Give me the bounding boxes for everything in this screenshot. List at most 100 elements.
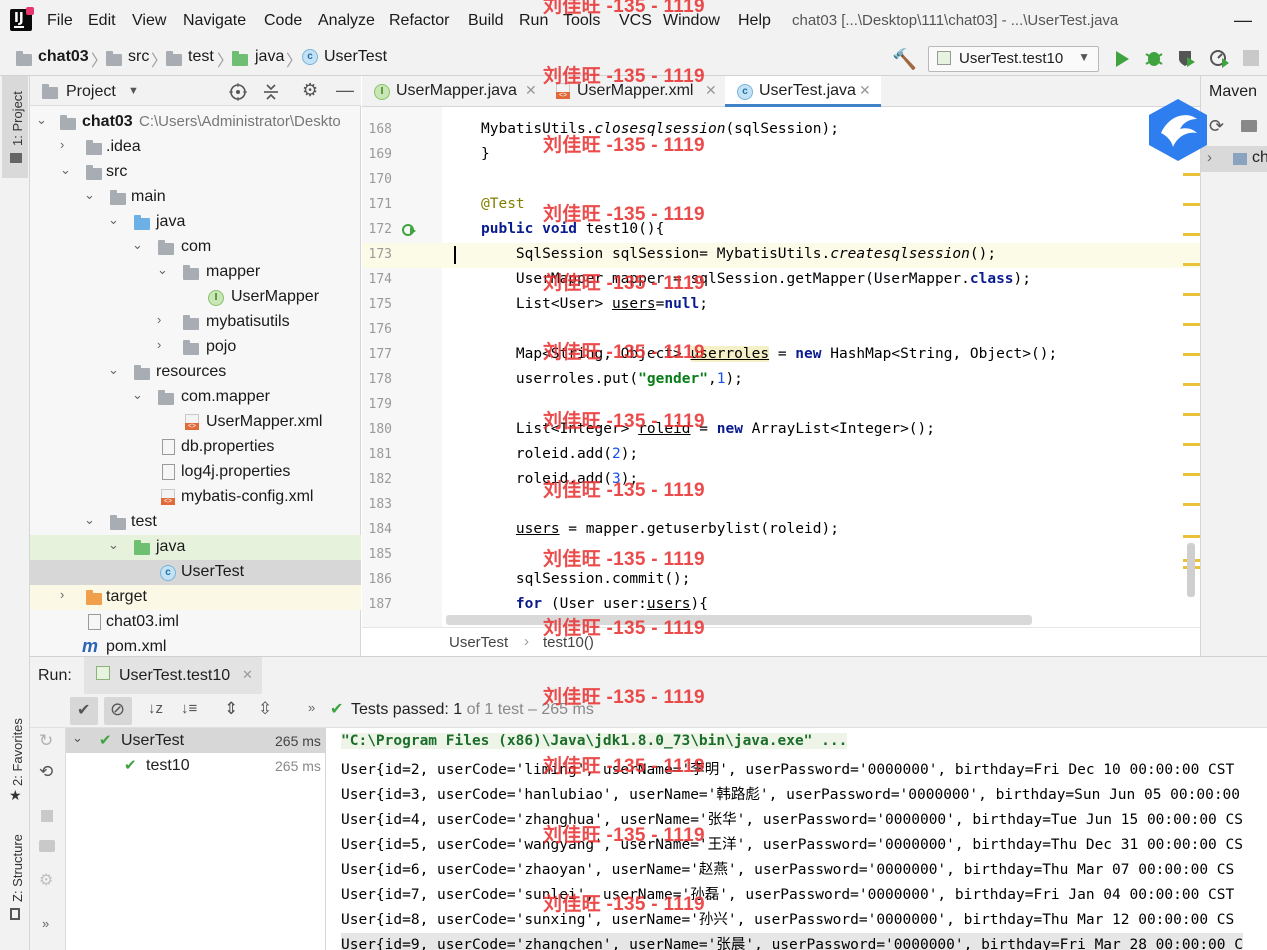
tree-item-usertest[interactable]: c UserTest bbox=[30, 560, 361, 585]
tree-item-main-java[interactable]: ⌄ java bbox=[30, 210, 361, 235]
error-stripe-marker[interactable] bbox=[1183, 413, 1200, 416]
editor-horizontal-scrollbar[interactable] bbox=[446, 615, 1032, 625]
close-icon[interactable]: ✕ bbox=[525, 82, 537, 99]
project-tool-tab[interactable]: 1: Project bbox=[10, 91, 25, 146]
maven-tree-item[interactable]: › ch bbox=[1201, 146, 1267, 172]
favorites-tool-tab[interactable]: 2: Favorites bbox=[10, 718, 25, 786]
stop-icon[interactable] bbox=[41, 810, 53, 822]
run-test-gutter-icon[interactable] bbox=[402, 223, 416, 237]
project-view-label[interactable]: Project bbox=[66, 83, 116, 101]
tree-item-src[interactable]: ⌄ src bbox=[30, 160, 361, 185]
chevron-down-icon[interactable]: ⌄ bbox=[36, 112, 47, 128]
locate-target-icon[interactable] bbox=[229, 83, 247, 101]
chevron-down-icon[interactable]: ⌄ bbox=[84, 512, 95, 528]
chevron-right-icon[interactable]: › bbox=[60, 137, 64, 152]
console-output[interactable]: "C:\Program Files (x86)\Java\jdk1.8.0_73… bbox=[326, 728, 1267, 950]
tree-item-db-properties[interactable]: db.properties bbox=[30, 435, 361, 460]
structure-tool-tab[interactable]: Z: Structure bbox=[10, 834, 25, 902]
tree-item-mybatisutils[interactable]: › mybatisutils bbox=[30, 310, 361, 335]
chevron-down-icon[interactable]: ⌄ bbox=[108, 537, 119, 553]
chevron-down-icon[interactable]: ⌄ bbox=[108, 362, 119, 378]
menu-refactor[interactable]: Refactor bbox=[389, 12, 449, 30]
tree-item-mybatis-config[interactable]: mybatis-config.xml bbox=[30, 485, 361, 510]
tree-item-com-mapper[interactable]: ⌄ com.mapper bbox=[30, 385, 361, 410]
expand-all-icon[interactable]: ⇕ bbox=[224, 699, 238, 719]
tree-item-test-java[interactable]: ⌄ java bbox=[30, 535, 361, 560]
profiler-icon[interactable] bbox=[1208, 48, 1230, 68]
tree-item-target[interactable]: › target bbox=[30, 585, 361, 610]
error-stripe-marker[interactable] bbox=[1183, 473, 1200, 476]
tree-item-pom-xml[interactable]: m pom.xml bbox=[30, 635, 361, 656]
tree-item-idea[interactable]: › .idea bbox=[30, 135, 361, 160]
chevron-down-icon[interactable]: ⌄ bbox=[157, 262, 168, 278]
camera-icon[interactable] bbox=[39, 840, 55, 852]
breadcrumb-test[interactable]: test bbox=[188, 48, 214, 66]
error-stripe-marker[interactable] bbox=[1183, 383, 1200, 386]
breadcrumb-java[interactable]: java bbox=[255, 48, 284, 66]
chevron-right-icon[interactable]: › bbox=[157, 337, 161, 352]
breadcrumb-project[interactable]: chat03 bbox=[38, 48, 89, 66]
debug-icon[interactable] bbox=[1144, 48, 1164, 68]
collapse-all-icon[interactable] bbox=[262, 83, 280, 101]
toggle-auto-test-icon[interactable]: ⟲ bbox=[39, 762, 53, 782]
menu-code[interactable]: Code bbox=[264, 12, 302, 30]
tree-item-test[interactable]: ⌄ test bbox=[30, 510, 361, 535]
error-stripe-marker[interactable] bbox=[1183, 293, 1200, 296]
refresh-icon[interactable]: ⟳ bbox=[1209, 116, 1224, 137]
menu-view[interactable]: View bbox=[132, 12, 166, 30]
tree-item-chat03-iml[interactable]: chat03.iml bbox=[30, 610, 361, 635]
tree-item-resources[interactable]: ⌄ resources bbox=[30, 360, 361, 385]
sort-alpha-icon[interactable]: ↓z bbox=[148, 700, 163, 717]
tree-item-log4j-properties[interactable]: log4j.properties bbox=[30, 460, 361, 485]
close-icon[interactable]: ✕ bbox=[859, 82, 871, 99]
error-stripe-marker[interactable] bbox=[1183, 503, 1200, 506]
breadcrumb-src[interactable]: src bbox=[128, 48, 149, 66]
maven-title[interactable]: Maven bbox=[1209, 83, 1257, 101]
show-passed-toggle[interactable]: ✔ bbox=[70, 697, 98, 725]
floating-app-logo-icon[interactable] bbox=[1147, 97, 1210, 163]
rerun-failed-icon[interactable]: ↻ bbox=[39, 731, 53, 751]
error-stripe-marker[interactable] bbox=[1183, 233, 1200, 236]
error-stripe-marker[interactable] bbox=[1183, 263, 1200, 266]
run-configuration-selector[interactable]: UserTest.test10 ▼ bbox=[928, 46, 1099, 72]
test-tree-row-case[interactable]: ✔ test10 265 ms bbox=[66, 753, 325, 778]
breadcrumb-class[interactable]: UserTest bbox=[449, 634, 508, 651]
error-stripe-marker[interactable] bbox=[1183, 353, 1200, 356]
sort-duration-icon[interactable]: ↓≡ bbox=[181, 700, 197, 717]
show-ignored-toggle[interactable]: ⊘ bbox=[104, 697, 132, 725]
chevron-down-icon[interactable]: ⌄ bbox=[60, 162, 71, 178]
chevron-down-icon[interactable]: ⌄ bbox=[84, 187, 95, 203]
tree-item-main[interactable]: ⌄ main bbox=[30, 185, 361, 210]
run-icon[interactable] bbox=[1114, 50, 1130, 68]
more-icon[interactable]: » bbox=[42, 916, 49, 931]
tab-usermapper-java[interactable]: I UserMapper.java ✕ bbox=[362, 76, 542, 107]
add-maven-project-icon[interactable] bbox=[1241, 120, 1257, 132]
chevron-right-icon[interactable]: › bbox=[157, 312, 161, 327]
close-icon[interactable]: ✕ bbox=[705, 82, 717, 99]
chevron-down-icon[interactable]: ▼ bbox=[128, 85, 139, 97]
tab-usertest-java[interactable]: c UserTest.java ✕ bbox=[725, 76, 881, 107]
minimize-icon[interactable]: — bbox=[1234, 10, 1252, 31]
tree-item-mapper[interactable]: ⌄ mapper bbox=[30, 260, 361, 285]
run-with-coverage-icon[interactable] bbox=[1176, 48, 1196, 68]
error-stripe-marker[interactable] bbox=[1183, 535, 1200, 538]
code-editor[interactable]: 168 MybatisUtils.closesqlsession(sqlSessi… bbox=[362, 107, 1200, 627]
menu-edit[interactable]: Edit bbox=[88, 12, 116, 30]
menu-file[interactable]: File bbox=[47, 12, 73, 30]
gear-icon[interactable]: ⚙ bbox=[302, 80, 318, 101]
menu-build[interactable]: Build bbox=[468, 12, 504, 30]
chevron-down-icon[interactable]: ⌄ bbox=[72, 730, 83, 746]
build-hammer-icon[interactable]: 🔨 bbox=[892, 47, 917, 72]
collapse-all-icon[interactable]: ⇳ bbox=[258, 699, 272, 719]
tree-item-com[interactable]: ⌄ com bbox=[30, 235, 361, 260]
menu-navigate[interactable]: Navigate bbox=[183, 12, 246, 30]
more-icon[interactable]: » bbox=[308, 700, 315, 715]
tree-item-usermapper[interactable]: I UserMapper bbox=[30, 285, 361, 310]
chevron-down-icon[interactable]: ⌄ bbox=[108, 212, 119, 228]
editor-vertical-scrollbar[interactable] bbox=[1187, 543, 1195, 597]
tree-item-chat03[interactable]: ⌄ chat03 C:\Users\Administrator\Deskto bbox=[30, 110, 361, 135]
close-icon[interactable]: ✕ bbox=[242, 667, 253, 683]
error-stripe-marker[interactable] bbox=[1183, 323, 1200, 326]
settings-icon[interactable]: ⚙ bbox=[39, 870, 53, 890]
chevron-down-icon[interactable]: ⌄ bbox=[132, 237, 143, 253]
